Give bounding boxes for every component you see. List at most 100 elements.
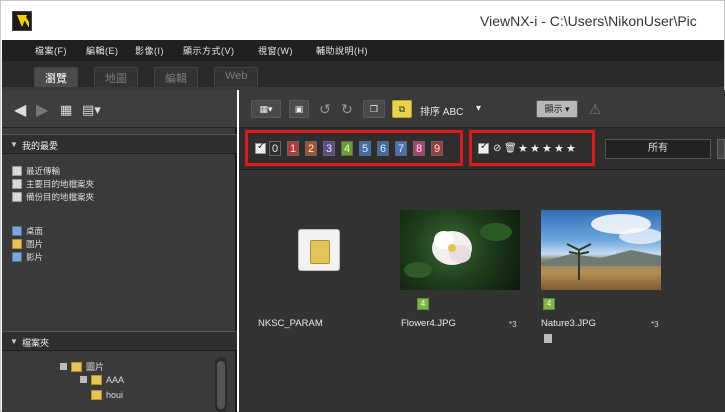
rating-star-2[interactable]: ★ (530, 142, 540, 155)
label-filter-1[interactable]: 1 (287, 141, 299, 156)
flower-photo (400, 210, 520, 290)
copy-button[interactable]: ❐ (363, 100, 385, 118)
tree-label: houi (106, 390, 124, 400)
tree-label: 圖片 (86, 362, 105, 372)
window-title: ViewNX-i - C:\Users\NikonUser\Pic (480, 13, 697, 29)
menu-edit[interactable]: 編輯(E) (86, 44, 119, 57)
menu-help[interactable]: 輔助說明(H) (316, 44, 368, 57)
landscape-image-icon (541, 214, 661, 280)
tab-edit[interactable]: 編輯 (154, 67, 198, 87)
view-mode-dropdown[interactable]: 顯示 ▾ (536, 100, 578, 118)
collapse-arrow-icon: ▼ (10, 337, 18, 346)
camera-icon (12, 179, 22, 189)
label-filter-checkbox[interactable] (255, 141, 266, 154)
tree-node-pictures[interactable]: 圖片 (60, 360, 104, 373)
folders-section-header[interactable]: ▼ 檔案夾 (2, 331, 237, 351)
sort-dropdown-arrow-icon[interactable]: ▾ (476, 103, 481, 114)
favorite-label: 最近傳輸 (26, 166, 61, 176)
camera-icon (12, 166, 22, 176)
rotate-right-icon[interactable]: ↻ (337, 100, 357, 118)
thumbnail-grid-button[interactable]: ▦▾ (251, 100, 281, 118)
rating-star-5[interactable]: ★ (566, 142, 576, 155)
favorite-label: 桌面 (26, 226, 44, 236)
label-filter-5[interactable]: 5 (359, 141, 371, 156)
rotate-left-icon[interactable]: ↺ (315, 100, 335, 118)
browser-area: ▦▾ ▣ ↺ ↻ ❐ ⧉ 排序 ABC ▾ 顯示 ▾ ⚠ 0123456789 … (239, 90, 725, 412)
flower-image-icon (404, 223, 512, 278)
view-mode-label: 顯示 (544, 104, 563, 114)
menu-image[interactable]: 影像(I) (135, 44, 164, 57)
favorite-label: 圖片 (26, 239, 44, 249)
folder-icon (91, 390, 102, 400)
filter-condition-select[interactable]: 所有 (605, 139, 711, 159)
menu-view[interactable]: 顯示方式(V) (183, 44, 235, 57)
label-filter-3[interactable]: 3 (323, 141, 335, 156)
expand-toggle-icon[interactable] (60, 363, 67, 370)
app-logo-icon (12, 11, 32, 31)
label-filter-6[interactable]: 6 (377, 141, 389, 156)
info-icon (544, 334, 552, 343)
filter-extra-button[interactable] (717, 139, 725, 159)
folder-tree-scrollbar[interactable] (215, 357, 227, 412)
thumbnail-size: *3 (651, 320, 659, 329)
sort-dropdown[interactable]: 排序 ABC (420, 103, 463, 118)
browser-toolbar: ▦▾ ▣ ↺ ↻ ❐ ⧉ 排序 ABC ▾ 顯示 ▾ ⚠ (239, 90, 725, 128)
favorite-backup-destination[interactable]: 備份目的地檔案夾 (12, 191, 94, 204)
rating-filter-checkbox[interactable] (478, 141, 489, 154)
menu-window[interactable]: 視窗(W) (258, 44, 293, 57)
expand-toggle-icon[interactable] (80, 376, 87, 383)
label-filter-4[interactable]: 4 (341, 141, 353, 156)
favorite-desktop[interactable]: 桌面 (12, 225, 43, 238)
forward-arrow-icon[interactable]: ▶ (36, 100, 48, 120)
scroll-thumb[interactable] (217, 361, 225, 409)
desktop-icon (12, 226, 22, 236)
favorite-label: 影片 (26, 252, 44, 262)
no-rating-icon[interactable]: ⊘ (493, 143, 501, 154)
tree-node-aaa[interactable]: AAA (80, 375, 124, 388)
collapse-arrow-icon: ▼ (10, 140, 18, 149)
favorite-videos[interactable]: 影片 (12, 251, 43, 264)
favorites-title: 我的最愛 (22, 141, 59, 151)
thumbnail-grid: NKSC_PARAM 4 Flower4.JPG *3 4 Nature3.JP… (239, 170, 725, 412)
label-filter-9[interactable]: 9 (431, 141, 443, 156)
tab-map[interactable]: 地圖 (94, 67, 138, 87)
camera-icon (12, 192, 22, 202)
warning-icon: ⚠ (588, 101, 602, 117)
title-bar: ViewNX-i - C:\Users\NikonUser\Pic (2, 2, 724, 40)
thumbnail-name: Nature3.JPG (541, 318, 596, 329)
tab-web[interactable]: Web (214, 67, 259, 87)
image-viewer-button[interactable]: ▣ (289, 100, 309, 118)
nav-toolbar: ◀ ▶ ▦ ▤▾ (2, 90, 237, 128)
favorites-menu-icon[interactable]: ▤▾ (82, 102, 101, 118)
label-filter-8[interactable]: 8 (413, 141, 425, 156)
favorite-primary-destination[interactable]: 主要目的地檔案夾 (12, 178, 94, 191)
label-filter-7[interactable]: 7 (395, 141, 407, 156)
workspace-tabs: 瀏覽 地圖 編輯 Web (2, 61, 724, 90)
filter-bar: 0123456789 ⊘ 🗑 ★★★★★ 所有 (239, 128, 725, 170)
rating-star-1[interactable]: ★ (518, 142, 528, 155)
folder-icon (91, 375, 102, 385)
thumbnail-name: NKSC_PARAM (258, 318, 323, 329)
rating-star-4[interactable]: ★ (554, 142, 564, 155)
favorite-label: 主要目的地檔案夾 (26, 179, 95, 189)
favorites-section-header[interactable]: ▼ 我的最愛 (2, 134, 237, 154)
label-filter-2[interactable]: 2 (305, 141, 317, 156)
navigation-panel: ◀ ▶ ▦ ▤▾ ▼ 我的最愛 最近傳輸 主要目的地檔案夾 備份目的地檔案夾 桌… (2, 90, 237, 412)
menu-bar: 檔案(F) 編輯(E) 影像(I) 顯示方式(V) 視窗(W) 輔助說明(H) (2, 40, 724, 61)
label-filter-0[interactable]: 0 (269, 141, 281, 156)
rating-star-3[interactable]: ★ (542, 142, 552, 155)
back-arrow-icon[interactable]: ◀ (14, 100, 26, 120)
tree-label: AAA (106, 375, 125, 385)
favorite-pictures[interactable]: 圖片 (12, 238, 43, 251)
reject-icon[interactable]: 🗑 (504, 143, 517, 154)
folder-icon (71, 362, 82, 372)
group-toggle-button[interactable]: ⧉ (392, 100, 412, 118)
videos-folder-icon (12, 252, 22, 262)
favorite-label: 備份目的地檔案夾 (26, 192, 95, 202)
favorite-recent-transfer[interactable]: 最近傳輸 (12, 165, 60, 178)
folder-icon (298, 229, 340, 271)
folder-up-icon[interactable]: ▦ (60, 102, 72, 118)
tab-browse[interactable]: 瀏覽 (34, 67, 78, 87)
menu-file[interactable]: 檔案(F) (35, 44, 67, 57)
tree-node-houi[interactable]: houi (91, 390, 123, 403)
